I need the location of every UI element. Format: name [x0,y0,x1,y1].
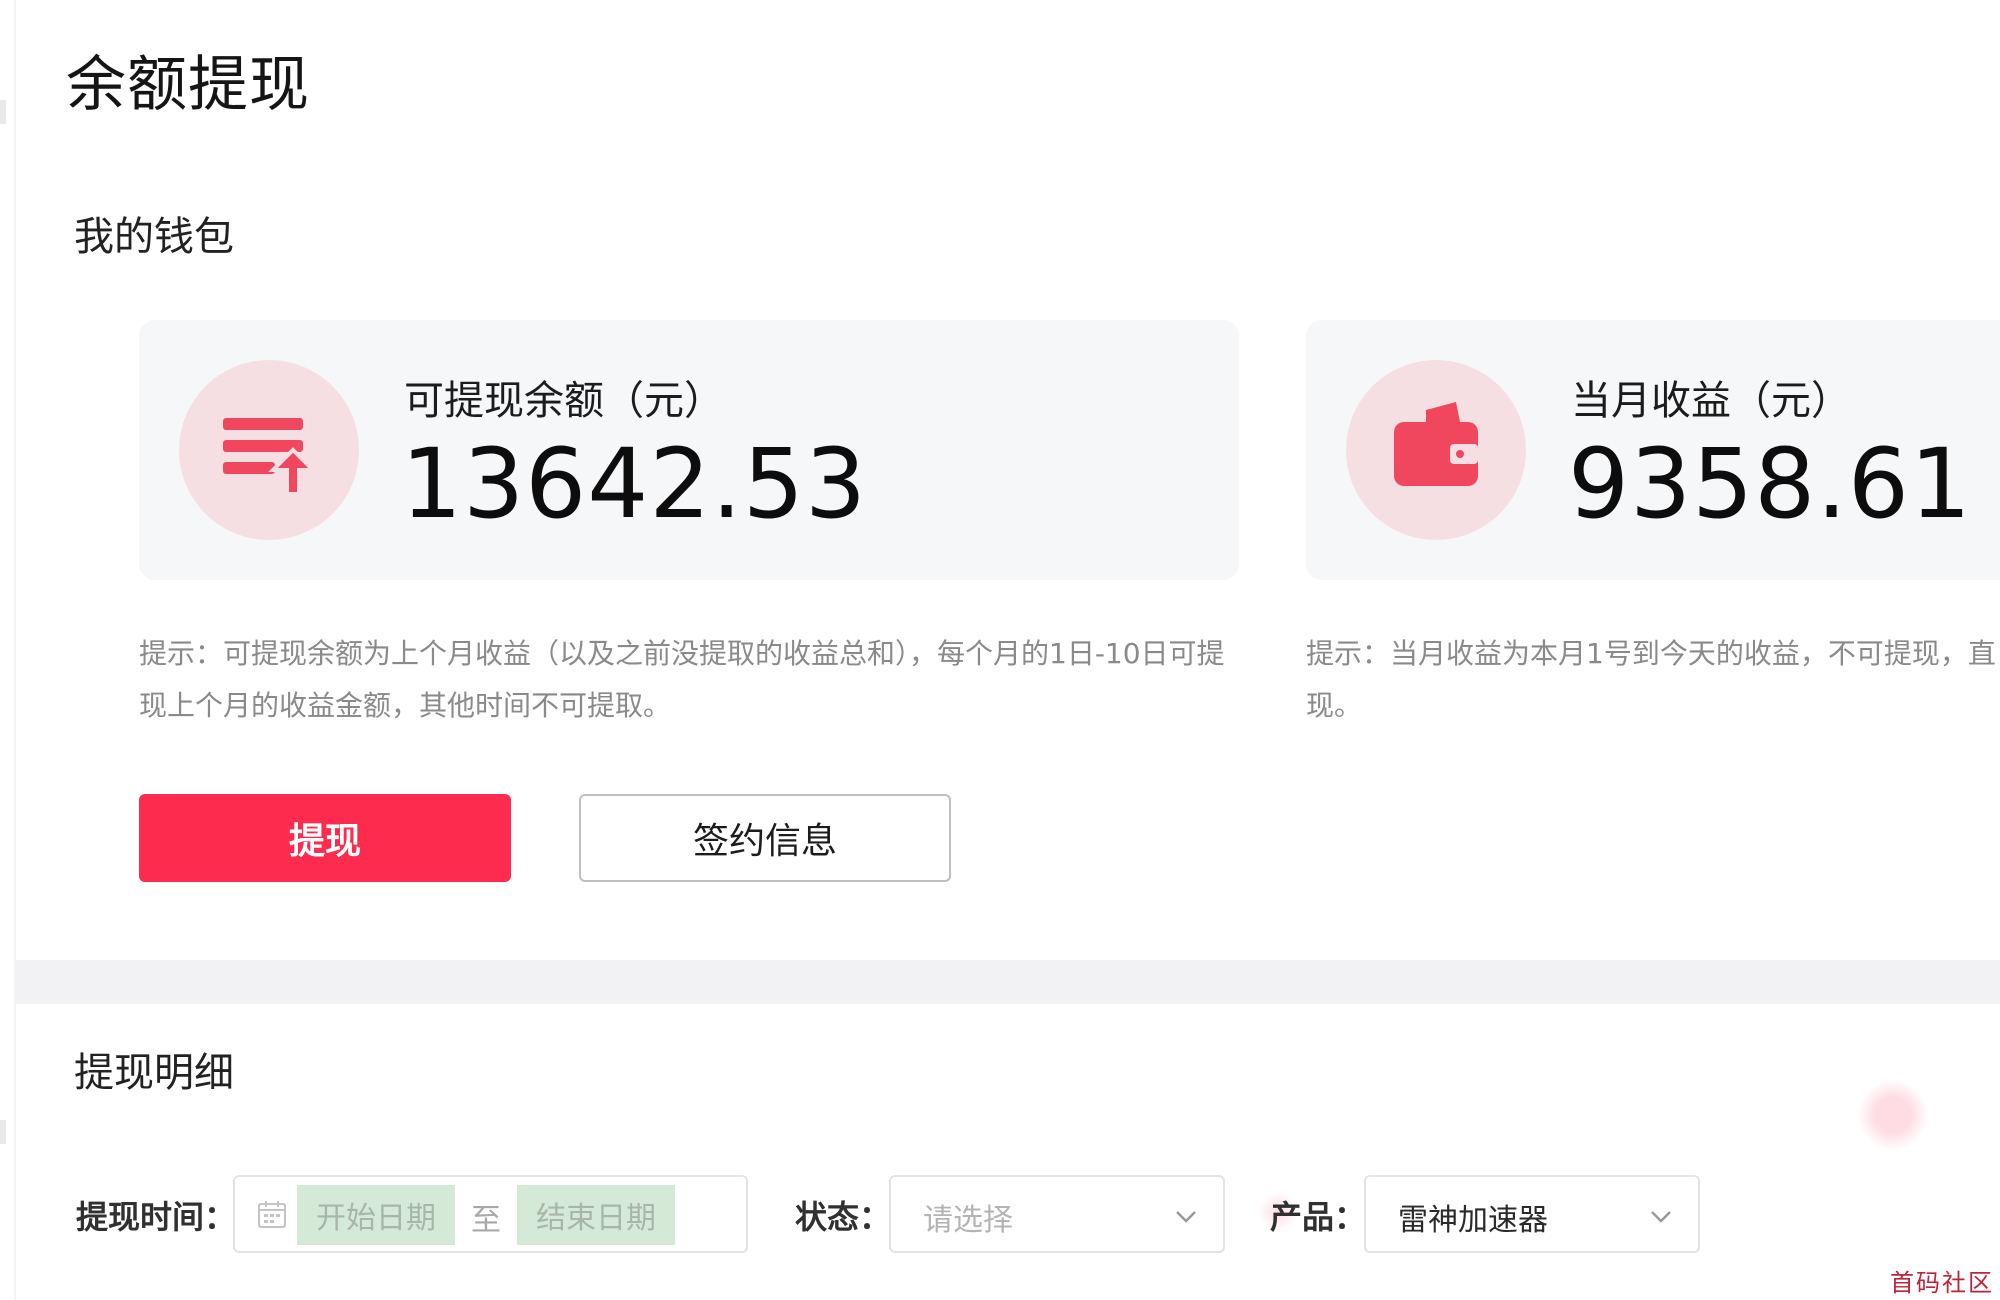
withdraw-time-label: 提现时间： [76,1198,237,1236]
withdrawable-balance-label: 可提现余额（元） [404,378,724,424]
gutter-mark [0,100,6,124]
wallet-icon [1346,360,1526,540]
wallet-section-title: 我的钱包 [74,214,234,260]
product-select[interactable]: 雷神加速器 [1364,1175,1700,1253]
chevron-down-icon [1176,1211,1196,1223]
calendar-icon [258,1201,286,1228]
monthly-earnings-value: 9358.61 [1568,428,1972,540]
withdraw-details-title: 提现明细 [74,1050,234,1096]
withdraw-button[interactable]: 提现 [139,794,511,882]
withdraw-list-icon [179,360,359,540]
section-divider [16,960,2000,1004]
decorative-glow [1858,1080,1928,1150]
start-date-input[interactable]: 开始日期 [297,1185,455,1245]
page-title: 余额提现 [66,50,310,120]
monthly-earnings-hint-text: 提示：当月收益为本月1号到今天的收益，不可提现，直 现。 [1306,637,1996,722]
monthly-earnings-label: 当月收益（元） [1571,378,1851,424]
chevron-down-icon [1651,1211,1671,1223]
left-gutter [0,0,16,1300]
watermark: 首码社区 [1890,1269,1994,1297]
withdrawable-balance-value: 13642.53 [401,428,868,540]
monthly-earnings-card: 当月收益（元） 9358.61 [1306,320,2000,580]
withdrawable-hint-text: 提示：可提现余额为上个月收益（以及之前没提取的收益总和），每个月的1日-10日可… [139,637,1225,722]
withdrawable-balance-card: 可提现余额（元） 13642.53 [139,320,1239,580]
date-range-picker[interactable]: 开始日期 至 结束日期 [233,1175,748,1253]
product-label: 产品： [1270,1198,1367,1236]
status-select[interactable]: 请选择 [889,1175,1225,1253]
gutter-mark [0,1120,6,1144]
contract-info-button[interactable]: 签约信息 [579,794,951,882]
product-select-value: 雷神加速器 [1398,1203,1548,1238]
status-select-placeholder: 请选择 [923,1203,1013,1238]
date-range-separator: 至 [471,1203,501,1238]
status-label: 状态： [795,1198,892,1236]
withdraw-page: 余额提现 我的钱包 可提现余额（元） 13642.53 当月收益（元） 9358… [0,0,2000,1300]
end-date-input[interactable]: 结束日期 [517,1185,675,1245]
